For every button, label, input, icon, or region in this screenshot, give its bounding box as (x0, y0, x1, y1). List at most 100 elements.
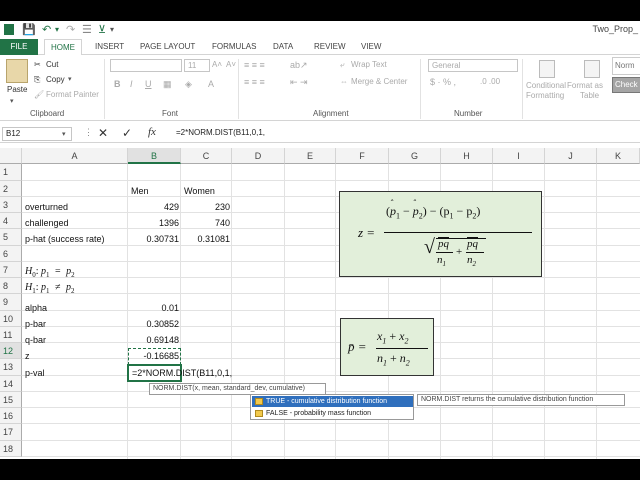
tab-page-layout[interactable]: PAGE LAYOUT (140, 39, 195, 55)
tab-data[interactable]: DATA (273, 39, 293, 55)
cell-b9[interactable]: 0.30852 (128, 316, 181, 332)
tab-home[interactable]: HOME (44, 39, 82, 56)
align-top-icon[interactable]: ≡ ≡ ≡ (244, 60, 265, 70)
column-header-g[interactable]: G (389, 148, 441, 164)
row-header-4[interactable]: 4 (0, 213, 22, 229)
row-header-17[interactable]: 17 (0, 424, 22, 441)
row-header-15[interactable]: 15 (0, 392, 22, 408)
indent-icon[interactable]: ⇤ ⇥ (290, 77, 308, 88)
cell-a12[interactable]: p-val (22, 365, 128, 381)
format-painter-button[interactable]: Format Painter (46, 90, 99, 99)
italic-button[interactable]: I (130, 79, 133, 89)
row-header-16[interactable]: 16 (0, 408, 22, 424)
column-header-k[interactable]: K (597, 148, 640, 164)
column-header-b[interactable]: B (128, 148, 181, 164)
wrap-text-button[interactable]: Wrap Text (351, 60, 387, 69)
formula-input[interactable]: =2*NORM.DIST(B11,0,1, (172, 127, 638, 141)
merge-center-button[interactable]: Merge & Center (351, 77, 407, 86)
column-header-e[interactable]: E (285, 148, 336, 164)
font-size-select[interactable]: 11 (184, 59, 210, 72)
column-header-c[interactable]: C (181, 148, 232, 164)
cell-b4[interactable]: 0.30731 (128, 231, 181, 247)
cell-b2[interactable]: 429 (128, 199, 181, 215)
cell-b11[interactable]: -0.16685 (128, 348, 181, 364)
paste-button[interactable]: Paste (7, 85, 27, 94)
autocomplete-item-true[interactable]: TRUE - cumulative distribution function (252, 396, 413, 407)
paste-dropdown-icon[interactable]: ▾ (10, 97, 14, 105)
name-box-dropdown-icon[interactable]: ▾ (62, 130, 66, 138)
row-header-5[interactable]: 5 (0, 229, 22, 246)
row-header-10[interactable]: 10 (0, 311, 22, 327)
row-header-18[interactable]: 18 (0, 441, 22, 457)
cell-b12-editing[interactable]: =2*NORM.DIST(B11,0,1, (129, 365, 259, 381)
select-all-corner[interactable] (0, 148, 22, 164)
copy-button[interactable]: Copy (46, 75, 65, 84)
column-header-j[interactable]: J (545, 148, 597, 164)
insert-function-icon[interactable]: fx (148, 126, 156, 138)
row-header-13[interactable]: 13 (0, 359, 22, 376)
tab-review[interactable]: REVIEW (314, 39, 346, 55)
orientation-icon[interactable]: ab↗ (290, 60, 308, 71)
currency-icon[interactable]: $ · % , (430, 77, 456, 87)
cell-a4[interactable]: p-hat (success rate) (22, 231, 128, 247)
paste-icon[interactable] (6, 59, 28, 83)
font-name-select[interactable] (110, 59, 182, 72)
fill-color-icon[interactable]: ◈ (185, 79, 192, 90)
save-icon[interactable]: 💾 (22, 23, 36, 36)
font-color-icon[interactable]: A (208, 79, 214, 89)
qat-dropdown-icon[interactable]: ▾ (110, 25, 114, 34)
undo-icon[interactable]: ↶ (42, 23, 51, 36)
borders-icon[interactable]: ▦ (163, 79, 172, 90)
cell-a10[interactable]: q-bar (22, 332, 128, 348)
row-header-6[interactable]: 6 (0, 246, 22, 262)
style-normal[interactable]: Norm (612, 57, 640, 75)
copy-dropdown-icon[interactable]: ▾ (68, 75, 72, 83)
number-format-select[interactable]: General (428, 59, 518, 72)
cell-c2[interactable]: 230 (181, 199, 232, 215)
cell-c3[interactable]: 740 (181, 215, 232, 231)
column-header-a[interactable]: A (22, 148, 128, 164)
decimal-icon[interactable]: .0 .00 (480, 77, 500, 86)
cell-b1[interactable]: Men (128, 183, 181, 199)
cut-button[interactable]: Cut (46, 60, 58, 69)
autocomplete-item-false[interactable]: FALSE - probability mass function (252, 408, 413, 419)
row-header-2[interactable]: 2 (0, 181, 22, 197)
tab-file[interactable]: FILE (0, 39, 38, 55)
column-header-d[interactable]: D (232, 148, 285, 164)
column-header-i[interactable]: I (493, 148, 545, 164)
enter-icon[interactable]: ✓ (122, 126, 132, 140)
bold-button[interactable]: B (114, 79, 121, 89)
row-header-1[interactable]: 1 (0, 164, 22, 181)
cell-a9[interactable]: p-bar (22, 316, 128, 332)
column-header-h[interactable]: H (441, 148, 493, 164)
row-header-8[interactable]: 8 (0, 278, 22, 294)
row-header-11[interactable]: 11 (0, 327, 22, 343)
conditional-label[interactable]: Conditional (526, 81, 566, 90)
formatting-label[interactable]: Formatting (526, 91, 564, 100)
row-header-7[interactable]: 7 (0, 262, 22, 278)
undo-dropdown-icon[interactable]: ▾ (55, 25, 59, 34)
row-header-9[interactable]: 9 (0, 294, 22, 311)
cell-c4[interactable]: 0.31081 (181, 231, 232, 247)
row-header-12[interactable]: 12 (0, 343, 22, 359)
cell-c1[interactable]: Women (181, 183, 232, 199)
table-label[interactable]: Table (580, 91, 599, 100)
format-as-label[interactable]: Format as (567, 81, 603, 90)
customize-icon[interactable]: ☰ (82, 23, 92, 36)
shrink-font-icon[interactable]: A˅ (226, 60, 236, 69)
tab-formulas[interactable]: FORMULAS (212, 39, 256, 55)
align-left-icon[interactable]: ≡ ≡ ≡ (244, 77, 265, 87)
redo-icon[interactable]: ↷ (66, 23, 75, 36)
cell-b10[interactable]: 0.69148 (128, 332, 181, 348)
cell-a2[interactable]: overturned (22, 199, 128, 215)
cell-a8[interactable]: alpha (22, 300, 128, 316)
grow-font-icon[interactable]: A˄ (212, 60, 222, 69)
style-check-cell[interactable]: Check (612, 77, 640, 93)
quick-access-icon[interactable]: ⊻ (98, 23, 106, 36)
cell-a3[interactable]: challenged (22, 215, 128, 231)
column-header-f[interactable]: F (336, 148, 389, 164)
cancel-icon[interactable]: ✕ (98, 126, 108, 140)
tab-view[interactable]: VIEW (361, 39, 381, 55)
underline-button[interactable]: U (145, 79, 152, 89)
cell-a11[interactable]: z (22, 348, 128, 364)
